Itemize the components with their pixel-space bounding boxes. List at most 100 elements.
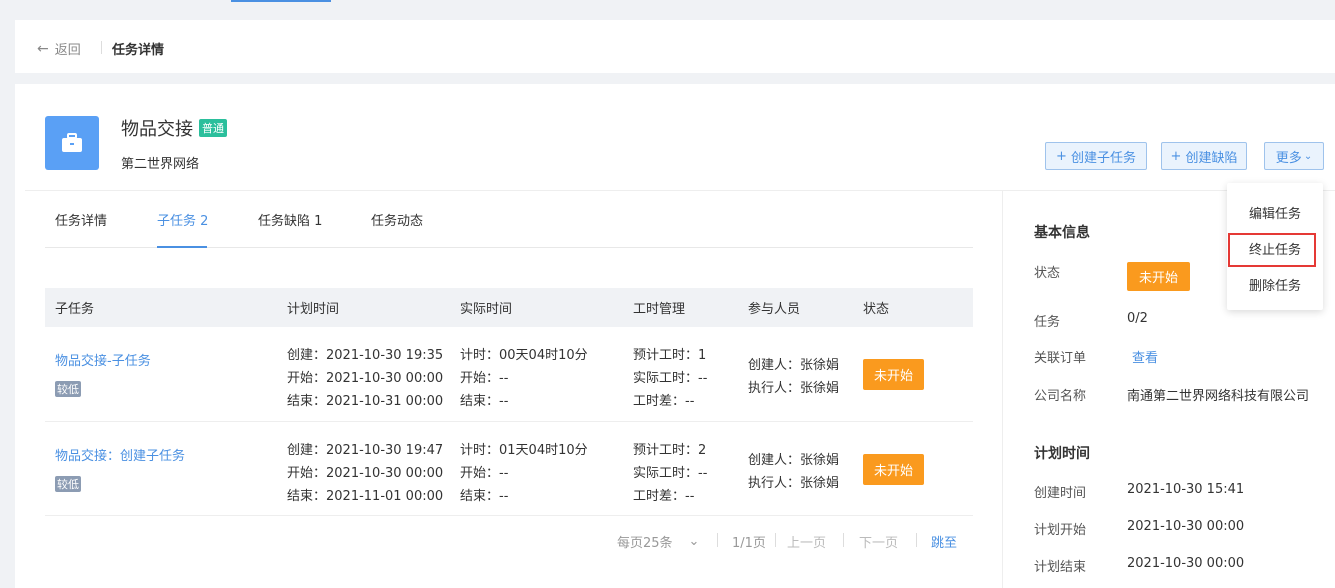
plan-created: 创建：2021-10-30 19:35 [287, 348, 444, 363]
plus-icon: + [1170, 148, 1182, 164]
pager-divider [717, 533, 718, 547]
status-badge: 未开始 [1127, 262, 1191, 291]
plan-created: 创建：2021-10-30 19:47 [287, 442, 444, 458]
hours-diff: 工时差：-- [633, 488, 695, 504]
priority-tag: 普通 [199, 119, 227, 137]
page-size-select[interactable]: 每页25条 ⌄ [617, 531, 699, 551]
hours-actual: 实际工时：-- [633, 465, 708, 481]
tab-activity[interactable]: 任务动态 [371, 210, 423, 229]
back-label: 返回 [54, 43, 81, 58]
chevron-down-icon: ⌄ [688, 533, 700, 549]
status-badge: 未开始 [863, 359, 925, 390]
basic-info-heading: 基本信息 [1034, 225, 1090, 241]
menu-item-edit-task[interactable]: 编辑任务 [1227, 203, 1323, 222]
hours-cell: 预计工时：1 实际工时：-- 工时差：-- [633, 327, 738, 413]
prev-page-button[interactable]: 上一页 [787, 531, 826, 551]
side-divider [1002, 190, 1003, 588]
plan-end-label: 计划结束 [1034, 560, 1087, 575]
plan-time-cell: 创建：2021-10-30 19:47 开始：2021-10-30 00:00 … [287, 422, 450, 508]
briefcase-icon [45, 116, 99, 170]
plan-start-value: 2021-10-30 00:00 [1127, 519, 1245, 534]
tab-defects[interactable]: 任务缺陷 1 [258, 210, 322, 229]
task-detail-card: 物品交接 普通 第二世界网络 + 创建子任务 + 创建缺陷 更多 ⌄ 任务详情 … [15, 84, 1335, 588]
chevron-down-icon: ⌄ [1303, 150, 1313, 162]
top-strip [0, 0, 1335, 20]
pager-divider [775, 533, 776, 547]
subtask-link[interactable]: 物品交接：创建子任务 [55, 422, 277, 464]
tab-bar: 任务详情 子任务 2 任务缺陷 1 任务动态 [45, 190, 973, 248]
hours-estimated: 预计工时：2 [633, 442, 707, 458]
pager-divider [843, 533, 844, 547]
subtask-link[interactable]: 物品交接-子任务 [55, 327, 277, 369]
active-tab-indicator [157, 246, 207, 248]
col-subtask: 子任务 [45, 288, 277, 327]
people-cell: 创建人：张徐娟 执行人：张徐娟 [748, 422, 853, 495]
plan-end-value: 2021-10-30 00:00 [1127, 556, 1245, 571]
create-subtask-button[interactable]: + 创建子任务 [1045, 142, 1147, 170]
col-hours: 工时管理 [623, 288, 738, 327]
tab-subtasks[interactable]: 子任务 2 [157, 210, 208, 229]
col-people: 参与人员 [738, 288, 853, 327]
executor: 执行人：张徐娟 [748, 475, 840, 491]
plan-start: 开始：2021-10-30 00:00 [287, 465, 444, 481]
created-time-label: 创建时间 [1034, 486, 1087, 501]
priority-tag: 较低 [55, 475, 81, 492]
task-count-value: 0/2 [1127, 311, 1148, 326]
plan-end: 结束：2021-10-31 00:00 [287, 394, 444, 409]
status-badge: 未开始 [863, 453, 925, 485]
table-row: 物品交接：创建子任务 较低 创建：2021-10-30 19:47 开始：202… [45, 421, 973, 516]
priority-tag: 较低 [55, 381, 81, 397]
task-title: 物品交接 [121, 119, 193, 140]
highlight-box [1228, 233, 1316, 267]
creator: 创建人：张徐娟 [748, 358, 840, 373]
executor: 执行人：张徐娟 [748, 381, 840, 396]
plan-start: 开始：2021-10-30 00:00 [287, 371, 444, 386]
table-header-row: 子任务 计划时间 实际时间 工时管理 参与人员 状态 [45, 288, 973, 327]
arrow-left-icon: ← [37, 40, 49, 57]
actual-start: 开始：-- [460, 371, 509, 386]
task-company: 第二世界网络 [121, 157, 200, 172]
create-subtask-label: 创建子任务 [1070, 150, 1136, 166]
create-defect-label: 创建缺陷 [1185, 150, 1238, 166]
col-plan-time: 计划时间 [277, 288, 450, 327]
actual-end: 结束：-- [460, 394, 509, 409]
next-page-button[interactable]: 下一页 [859, 531, 898, 551]
order-label: 关联订单 [1034, 351, 1087, 366]
col-status: 状态 [853, 288, 973, 327]
page-size-label: 每页25条 [617, 535, 673, 551]
page-title: 任务详情 [112, 43, 165, 58]
menu-item-delete-task[interactable]: 删除任务 [1227, 275, 1323, 294]
actual-end: 结束：-- [460, 488, 509, 504]
subtask-table: 子任务 计划时间 实际时间 工时管理 参与人员 状态 物品交接-子任务 较低 创… [45, 288, 973, 516]
back-button[interactable]: ← 返回 [37, 39, 81, 59]
create-defect-button[interactable]: + 创建缺陷 [1161, 142, 1247, 170]
actual-time-cell: 计时：00天04时10分 开始：-- 结束：-- [460, 327, 623, 413]
tab-task-detail[interactable]: 任务详情 [55, 210, 107, 229]
status-label: 状态 [1034, 266, 1061, 281]
plan-end: 结束：2021-11-01 00:00 [287, 488, 444, 504]
breadcrumb-divider [101, 41, 102, 54]
plan-time-cell: 创建：2021-10-30 19:35 开始：2021-10-30 00:00 … [287, 327, 450, 413]
plan-time-heading: 计划时间 [1034, 446, 1090, 462]
col-actual-time: 实际时间 [450, 288, 623, 327]
jump-to-page[interactable]: 跳至 [931, 531, 957, 551]
actual-time-cell: 计时：01天04时10分 开始：-- 结束：-- [460, 422, 623, 508]
actual-timer: 计时：00天04时10分 [460, 348, 588, 363]
task-count-label: 任务 [1034, 315, 1061, 330]
actual-start: 开始：-- [460, 465, 509, 481]
more-label: 更多 [1275, 150, 1302, 166]
table-row: 物品交接-子任务 较低 创建：2021-10-30 19:35 开始：2021-… [45, 327, 973, 422]
hours-estimated: 预计工时：1 [633, 348, 707, 363]
hours-diff: 工时差：-- [633, 394, 695, 409]
plus-icon: + [1056, 148, 1067, 164]
header-bar: ← 返回 任务详情 [15, 20, 1335, 73]
view-order-link[interactable]: 查看 [1132, 347, 1158, 366]
hours-actual: 实际工时：-- [633, 371, 708, 386]
top-nav-indicator [231, 0, 331, 2]
people-cell: 创建人：张徐娟 执行人：张徐娟 [748, 327, 853, 400]
actual-timer: 计时：01天04时10分 [460, 442, 588, 458]
created-time-value: 2021-10-30 15:41 [1127, 482, 1245, 497]
creator: 创建人：张徐娟 [748, 452, 840, 468]
more-button[interactable]: 更多 ⌄ [1264, 142, 1324, 170]
company-label: 公司名称 [1034, 389, 1087, 404]
